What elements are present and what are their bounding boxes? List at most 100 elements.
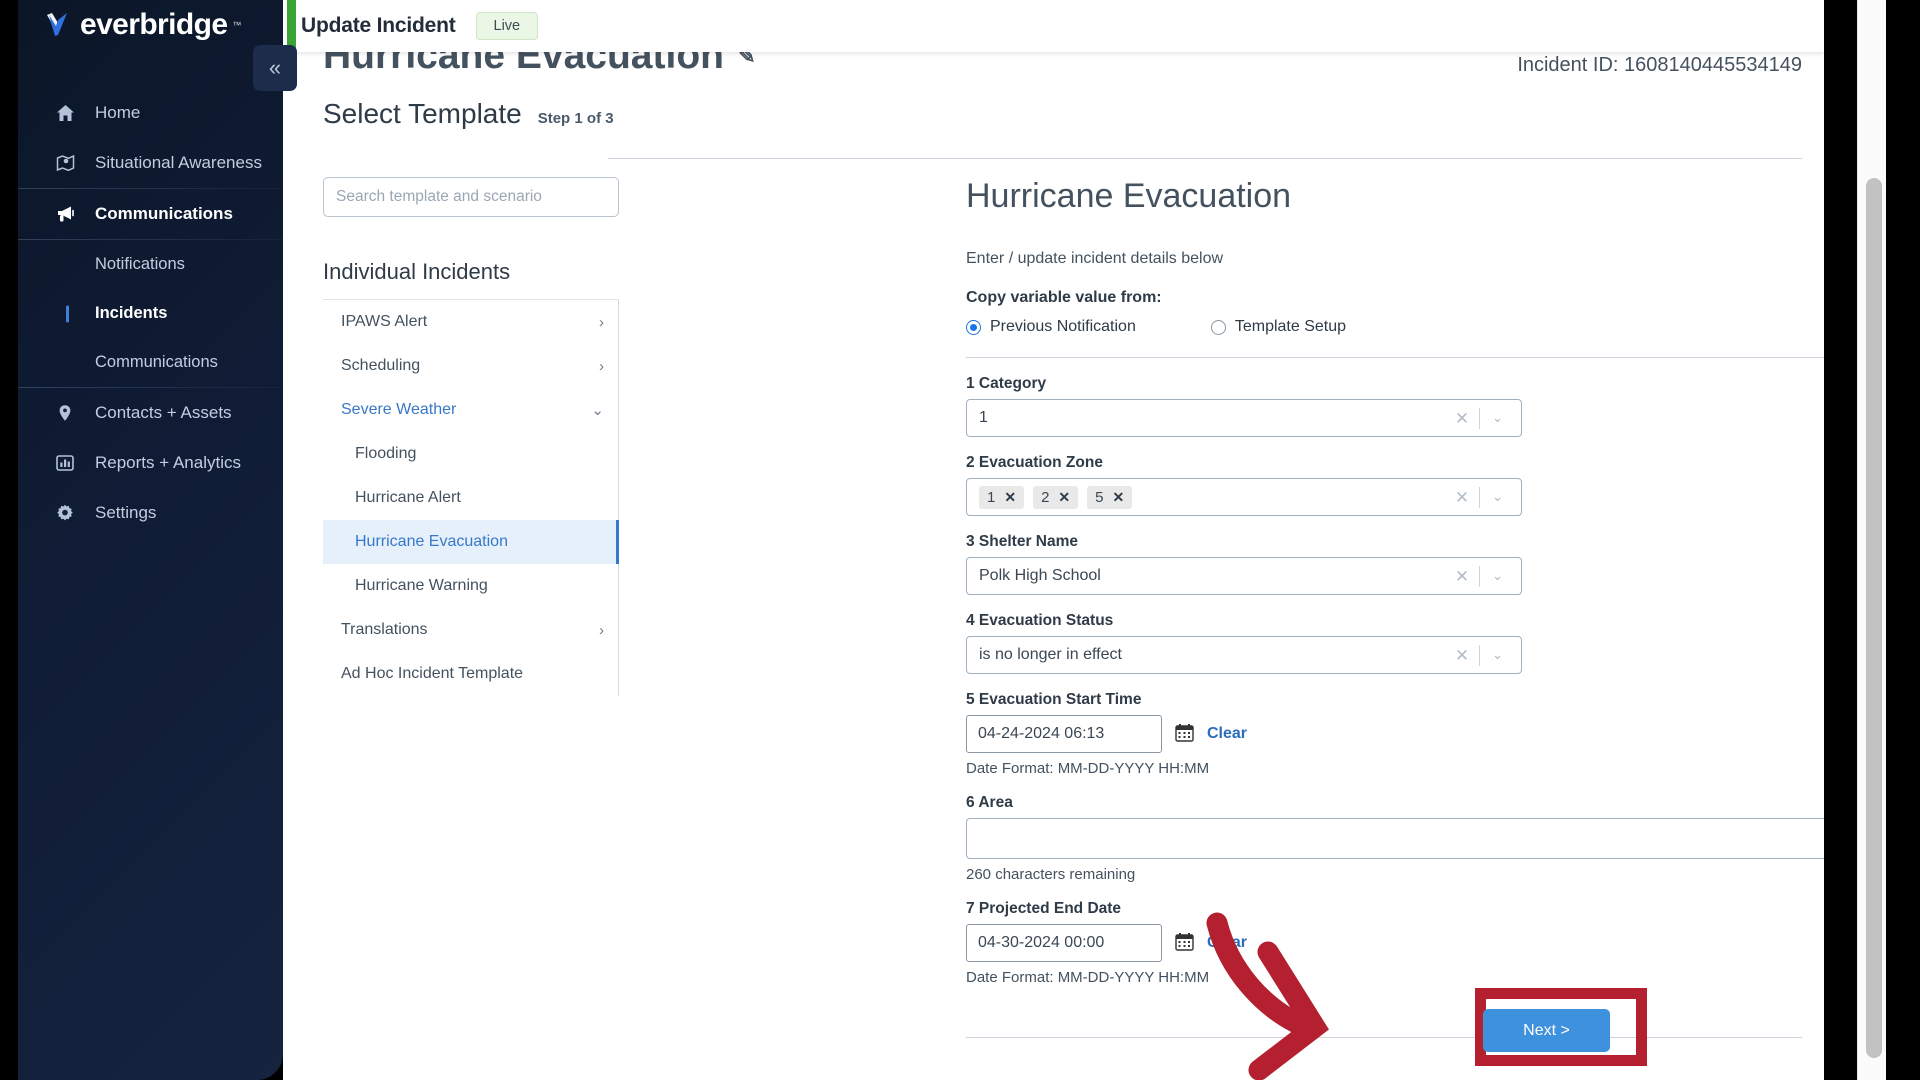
evacuation-status-select[interactable]: is no longer in effect ✕ ⌄ — [966, 636, 1522, 674]
edit-pencil-icon[interactable]: ✎ — [738, 52, 756, 69]
field-label: 6 Area — [966, 794, 1013, 811]
chip[interactable]: 5 ✕ — [1087, 485, 1133, 509]
template-row-severe-weather[interactable]: Severe Weather ⌄ — [323, 388, 618, 432]
sidebar-item-incidents[interactable]: Incidents — [18, 289, 283, 338]
page-title-text: Hurricane Evacuation — [323, 52, 724, 77]
field-label: 7 Projected End Date — [966, 900, 1122, 917]
template-row-hurricane-evacuation[interactable]: Hurricane Evacuation — [323, 520, 619, 564]
field-shelter-name: 3 Shelter Name Polk High School ✕ ⌄ — [966, 533, 1802, 595]
chip[interactable]: 1 ✕ — [979, 485, 1025, 509]
sidebar-item-label: Reports + Analytics — [95, 453, 241, 472]
template-row-hurricane-alert[interactable]: Hurricane Alert — [323, 476, 618, 520]
sidebar-item-contacts-assets[interactable]: Contacts + Assets — [18, 388, 283, 438]
chevron-down-icon[interactable]: ⌄ — [1480, 568, 1509, 584]
chip-label: 2 — [1041, 488, 1050, 506]
template-row-hurricane-warning[interactable]: Hurricane Warning — [323, 564, 618, 608]
field-area: 6 Area 260 characters remaining — [966, 794, 1824, 883]
date-format-helper: Date Format: MM-DD-YYYY HH:MM — [966, 969, 1210, 986]
category-value: 1 — [979, 409, 988, 426]
everbridge-logo[interactable]: everbridge ™ — [46, 10, 241, 40]
characters-remaining-helper: 260 characters remaining — [966, 866, 1136, 883]
radio-label: Template Setup — [1234, 318, 1347, 335]
template-row-ipaws-alert[interactable]: IPAWS Alert › — [323, 300, 618, 344]
template-row-ad-hoc-incident-template[interactable]: Ad Hoc Incident Template — [323, 652, 618, 696]
template-list: IPAWS Alert › Scheduling › Severe Weathe… — [323, 300, 619, 696]
sidebar-item-label: Settings — [95, 503, 157, 522]
chip-remove-icon[interactable]: ✕ — [1113, 489, 1125, 506]
clear-start-time-link[interactable]: Clear — [1207, 725, 1247, 743]
copy-source-radio-group: Previous Notification Template Setup — [966, 318, 1802, 336]
footer-divider — [966, 1037, 1802, 1038]
clear-icon[interactable]: ✕ — [1445, 568, 1479, 585]
form-subtitle: Enter / update incident details below — [966, 250, 1224, 267]
sidebar-subitem-label: Incidents — [95, 304, 168, 322]
field-evacuation-start-time: 5 Evacuation Start Time 04-24-2024 06:13 — [966, 691, 1802, 777]
radio-label: Previous Notification — [990, 318, 1136, 335]
field-label: 5 Evacuation Start Time — [966, 691, 1142, 708]
page-kind-label: Update Incident — [301, 14, 456, 37]
brand-wordmark: everbridge — [80, 8, 228, 41]
status-badge: Live — [475, 12, 539, 40]
template-row-label: Ad Hoc Incident Template — [341, 665, 524, 682]
template-row-translations[interactable]: Translations › — [323, 608, 618, 652]
chevron-right-icon: › — [599, 357, 604, 375]
field-label: 3 Shelter Name — [966, 533, 1078, 550]
page-scrollbar-thumb[interactable] — [1866, 178, 1882, 1058]
chevron-down-icon[interactable]: ⌄ — [1480, 647, 1509, 663]
chip[interactable]: 2 ✕ — [1033, 485, 1079, 509]
gear-icon — [56, 503, 82, 523]
evacuation-start-time-input[interactable]: 04-24-2024 06:13 — [966, 715, 1162, 753]
main-content: Hurricane Evacuation ✎ Incident ID: 1608… — [283, 52, 1824, 1080]
header-divider — [608, 158, 1802, 159]
sidebar-item-reports-analytics[interactable]: Reports + Analytics — [18, 438, 283, 488]
radio-indicator — [1210, 319, 1226, 335]
radio-template-setup[interactable]: Template Setup — [1210, 318, 1347, 336]
page-title: Hurricane Evacuation ✎ — [323, 52, 756, 78]
area-textarea[interactable] — [966, 818, 1824, 859]
pin-icon — [56, 403, 82, 423]
template-row-label: Severe Weather — [341, 401, 457, 418]
sidebar-item-label: Home — [95, 103, 141, 122]
chip-remove-icon[interactable]: ✕ — [1004, 489, 1016, 506]
chip-label: 5 — [1095, 488, 1104, 506]
sidebar-subitem-label: Communications — [95, 353, 218, 371]
form-title: Hurricane Evacuation — [966, 177, 1292, 215]
clear-icon[interactable]: ✕ — [1445, 489, 1479, 506]
chip-list: 1 ✕ 2 ✕ 5 ✕ — [979, 485, 1445, 509]
clear-end-date-link[interactable]: Clear — [1207, 934, 1247, 952]
radio-previous-notification[interactable]: Previous Notification — [966, 318, 1136, 336]
sidebar-item-label: Contacts + Assets — [95, 403, 232, 422]
sidebar-item-communications-sub[interactable]: Communications — [18, 338, 283, 387]
evacuation-zone-select[interactable]: 1 ✕ 2 ✕ 5 ✕ ✕ ⌄ — [966, 478, 1522, 516]
shelter-name-select[interactable]: Polk High School ✕ ⌄ — [966, 557, 1522, 595]
clear-icon[interactable]: ✕ — [1445, 647, 1479, 664]
calendar-icon[interactable] — [1175, 723, 1194, 746]
sidebar-item-communications[interactable]: Communications — [18, 189, 283, 239]
sidebar-item-notifications[interactable]: Notifications — [18, 240, 283, 289]
clear-icon[interactable]: ✕ — [1445, 410, 1479, 427]
template-panel: Individual Incidents IPAWS Alert › Sched… — [323, 177, 619, 696]
chip-remove-icon[interactable]: ✕ — [1058, 489, 1070, 506]
projected-end-date-input[interactable]: 04-30-2024 00:00 — [966, 924, 1162, 962]
sidebar-nav: Home Situational Awareness Communication… — [18, 88, 283, 538]
category-select[interactable]: 1 ✕ ⌄ — [966, 399, 1522, 437]
template-row-scheduling[interactable]: Scheduling › — [323, 344, 618, 388]
evacuation-status-value: is no longer in effect — [979, 646, 1122, 663]
field-label: 1 Category — [966, 375, 1047, 392]
megaphone-icon — [56, 204, 82, 224]
sidebar-collapse-button[interactable]: « — [253, 45, 297, 91]
chevron-right-icon: › — [599, 313, 604, 331]
chevron-right-icon: › — [599, 621, 604, 639]
chevron-down-icon[interactable]: ⌄ — [1480, 489, 1509, 505]
calendar-icon[interactable] — [1175, 932, 1194, 955]
sidebar-item-home[interactable]: Home — [18, 88, 283, 138]
chevron-down-icon[interactable]: ⌄ — [1480, 410, 1509, 426]
top-bar: Update Incident Live — [283, 0, 1824, 52]
next-button[interactable]: Next > — [1483, 1009, 1610, 1052]
sidebar-item-situational-awareness[interactable]: Situational Awareness — [18, 138, 283, 188]
search-input[interactable] — [323, 177, 619, 217]
template-row-flooding[interactable]: Flooding — [323, 432, 618, 476]
incident-id-label: Incident ID: 1608140445534149 — [1517, 54, 1802, 76]
sidebar-item-settings[interactable]: Settings — [18, 488, 283, 538]
chip-label: 1 — [987, 488, 996, 506]
